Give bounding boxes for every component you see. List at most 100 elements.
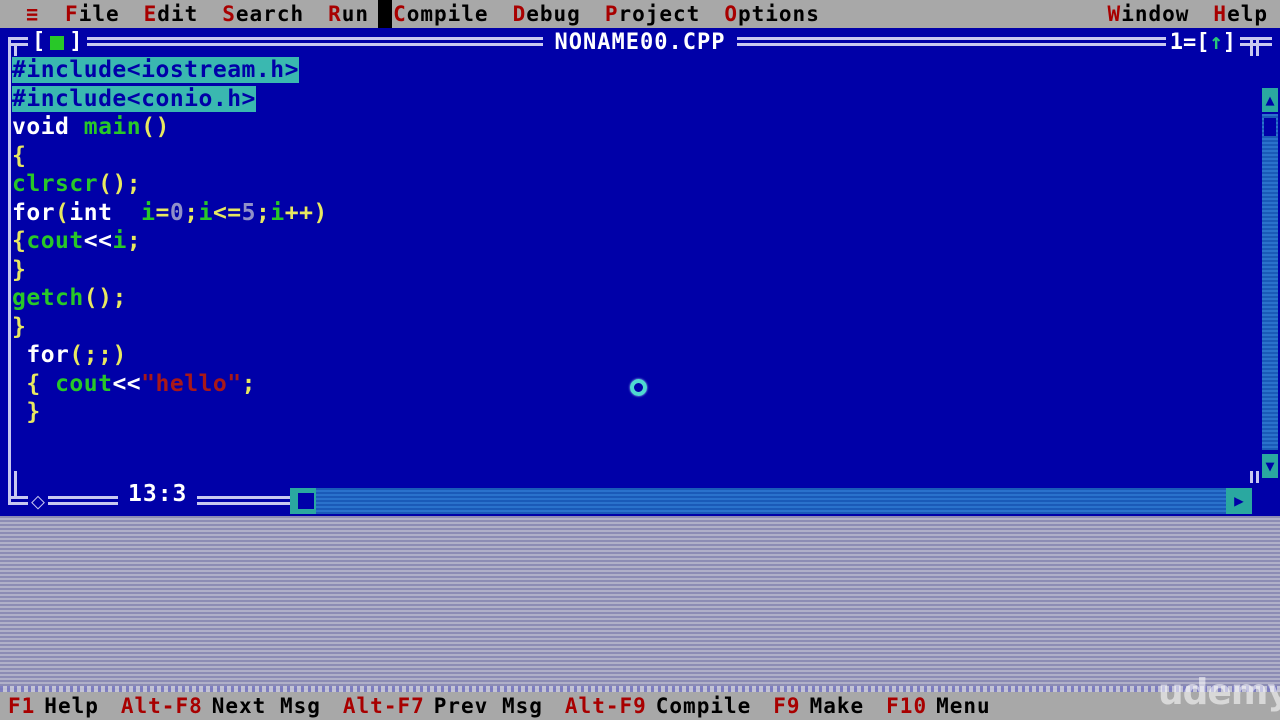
code-token: = bbox=[155, 199, 170, 226]
code-token: 0 bbox=[169, 199, 185, 226]
menu-item-window[interactable]: Window bbox=[1096, 0, 1202, 28]
frame-corner-bottom-left-inner bbox=[14, 483, 17, 496]
status-hint-menu[interactable]: F10 Menu bbox=[886, 694, 991, 718]
horizontal-scrollbar-thumb[interactable] bbox=[298, 493, 314, 509]
code-token: void bbox=[12, 114, 84, 140]
scroll-down-arrow-icon[interactable]: ▼ bbox=[1262, 454, 1278, 478]
cursor-position-indicator: 13:3 bbox=[118, 481, 198, 507]
code-token: (); bbox=[98, 171, 142, 197]
code-line: {cout<<i; bbox=[12, 227, 1260, 256]
menu-item-run[interactable]: Run bbox=[316, 0, 381, 28]
scroll-up-arrow-icon[interactable]: ▲ bbox=[1262, 88, 1278, 112]
turbo-cpp-ide-screen: ≡ File Edit Search Run Compile Debug Pro… bbox=[0, 0, 1280, 720]
window-title-bar[interactable]: [] NONAME00.CPP 1=[↑] bbox=[0, 28, 1280, 56]
code-token: ; bbox=[126, 228, 142, 254]
horizontal-scrollbar[interactable]: ◀ ▶ bbox=[290, 488, 1252, 514]
code-token: 5 bbox=[241, 199, 256, 226]
status-hint-next-msg[interactable]: Alt-F8 Next Msg bbox=[121, 694, 321, 718]
vertical-scrollbar-thumb[interactable] bbox=[1264, 118, 1276, 136]
menu-options-label: ptions bbox=[737, 2, 820, 26]
code-token: for bbox=[12, 199, 56, 226]
menu-run-label: un bbox=[341, 2, 370, 26]
menu-debug-hotkey: D bbox=[512, 2, 527, 26]
status-hint-key: F1 bbox=[8, 694, 36, 718]
status-hint-label: Compile bbox=[655, 694, 752, 718]
menu-edit-hotkey: E bbox=[143, 2, 158, 26]
code-line: getch(); bbox=[12, 284, 1260, 313]
menu-edit-label: dit bbox=[157, 2, 199, 26]
status-hint-make[interactable]: F9 Make bbox=[773, 694, 864, 718]
menu-project-hotkey: P bbox=[604, 2, 619, 26]
code-token: } bbox=[12, 313, 27, 340]
code-editor-text-area[interactable]: #include<iostream.h> #include<conio.h> voi… bbox=[12, 56, 1260, 471]
code-token: i bbox=[112, 228, 127, 254]
menu-file-label: ile bbox=[78, 2, 120, 26]
status-hint-label: Help bbox=[44, 694, 99, 718]
code-line: { bbox=[12, 142, 1260, 171]
system-menu-icon[interactable]: ≡ bbox=[0, 0, 53, 28]
menu-window-hotkey: W bbox=[1107, 2, 1122, 26]
vertical-scrollbar-track[interactable] bbox=[1262, 114, 1278, 450]
menu-file-hotkey: F bbox=[65, 2, 79, 26]
mouse-cursor-ring bbox=[630, 379, 647, 396]
code-token: } bbox=[26, 399, 41, 425]
vertical-scrollbar[interactable]: ▲ ▼ bbox=[1262, 84, 1278, 484]
frame-corner-bottom-left-outer bbox=[8, 483, 11, 502]
window-border-left-outer bbox=[8, 56, 11, 496]
code-token: getch bbox=[12, 285, 84, 311]
menu-window-label: indow bbox=[1121, 2, 1190, 26]
menu-item-project[interactable]: Project bbox=[593, 0, 713, 28]
menu-help-label: elp bbox=[1227, 2, 1268, 26]
code-line: } bbox=[12, 313, 1260, 342]
code-line: void main() bbox=[12, 113, 1260, 142]
code-token: } bbox=[12, 256, 27, 283]
status-hint-compile[interactable]: Alt-F9 Compile bbox=[565, 694, 751, 718]
code-token: (); bbox=[83, 285, 127, 311]
code-token: for bbox=[26, 342, 70, 368]
code-token: main bbox=[83, 114, 142, 140]
code-token: () bbox=[141, 114, 170, 140]
code-token: i bbox=[198, 199, 213, 226]
code-token: ; bbox=[184, 199, 199, 226]
code-line: clrscr(); bbox=[12, 170, 1260, 199]
menu-item-file[interactable]: File bbox=[53, 0, 132, 28]
menu-item-compile[interactable]: Compile bbox=[381, 0, 501, 28]
resize-handle-icon[interactable]: ⬦ bbox=[28, 491, 48, 511]
code-token: (;;) bbox=[69, 342, 127, 368]
window-title-text: NONAME00.CPP bbox=[542, 30, 738, 55]
status-hint-label: Prev Msg bbox=[433, 694, 543, 718]
scroll-right-arrow-icon[interactable]: ▶ bbox=[1226, 488, 1252, 514]
code-token: #include<iostream.h> bbox=[12, 57, 299, 83]
menu-run-hotkey: R bbox=[328, 2, 342, 26]
code-line: #include<iostream.h> bbox=[12, 56, 1260, 85]
code-token: cout bbox=[55, 370, 113, 397]
code-token: { bbox=[12, 142, 27, 169]
status-hint-label: Menu bbox=[936, 694, 991, 718]
menu-item-debug[interactable]: Debug bbox=[501, 0, 593, 28]
status-hint-prev-msg[interactable]: Alt-F7 Prev Msg bbox=[343, 694, 543, 718]
menu-compile-label: ompile bbox=[406, 2, 489, 26]
menu-search-label: earch bbox=[235, 2, 305, 26]
status-hint-label: Make bbox=[809, 694, 865, 718]
menu-item-edit[interactable]: Edit bbox=[132, 0, 211, 28]
menu-item-help[interactable]: Help bbox=[1201, 0, 1280, 28]
code-token: ; bbox=[256, 199, 271, 226]
menu-search-hotkey: S bbox=[222, 2, 236, 26]
window-title: NONAME00.CPP bbox=[0, 30, 1280, 55]
code-token: { bbox=[12, 228, 27, 254]
code-line: } bbox=[12, 398, 1260, 427]
text-caret-artifact bbox=[378, 0, 392, 28]
maximize-arrow-icon[interactable]: ↑ bbox=[1210, 30, 1223, 55]
code-token: ++) bbox=[284, 199, 328, 226]
code-token: <= bbox=[212, 199, 242, 226]
code-token: #include<conio.h> bbox=[12, 85, 256, 112]
menu-item-search[interactable]: Search bbox=[210, 0, 316, 28]
menu-item-options[interactable]: Options bbox=[712, 0, 832, 28]
code-token: ; bbox=[241, 370, 256, 397]
status-hint-key: F9 bbox=[773, 694, 801, 718]
window-number-and-maximize[interactable]: 1=[↑] bbox=[1165, 30, 1240, 55]
status-hint-help[interactable]: F1 Help bbox=[8, 694, 99, 718]
